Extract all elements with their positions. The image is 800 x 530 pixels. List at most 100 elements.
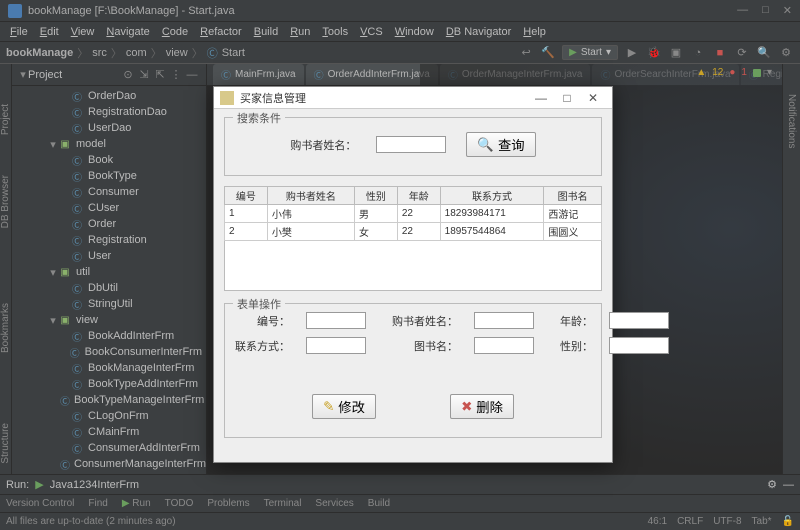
tree-item-model[interactable]: ▾▣model: [12, 136, 206, 152]
tree-item-bookconsumerinterfrm[interactable]: ⒸBookConsumerInterFrm: [12, 344, 206, 360]
coverage-button[interactable]: ▣: [668, 45, 684, 61]
search-icon[interactable]: 🔍: [756, 45, 772, 61]
inspection-indicator[interactable]: ▲12 ●1 ▾: [696, 67, 772, 78]
bookmarks-tool-button[interactable]: Bookmarks: [0, 303, 11, 353]
table-row[interactable]: 2小樊女2218957544864围圆义: [225, 223, 602, 241]
tree-item-booktypeaddinterfrm[interactable]: ⒸBookTypeAddInterFrm: [12, 376, 206, 392]
menu-code[interactable]: Code: [156, 26, 194, 38]
caret-position[interactable]: 46:1: [648, 516, 667, 527]
tree-item-bookaddinterfrm[interactable]: ⒸBookAddInterFrm: [12, 328, 206, 344]
hammer-icon[interactable]: 🔨: [540, 45, 556, 61]
dialog-maximize-button[interactable]: □: [554, 91, 580, 105]
indent-info[interactable]: Tab*: [752, 516, 772, 527]
menu-tools[interactable]: Tools: [316, 26, 354, 38]
collapse-all-icon[interactable]: ⇱: [152, 68, 168, 81]
menu-refactor[interactable]: Refactor: [194, 26, 248, 38]
tree-item-stringutil[interactable]: ⒸStringUtil: [12, 296, 206, 312]
tree-item-clogonfrm[interactable]: ⒸCLogOnFrm: [12, 408, 206, 424]
buyer-table[interactable]: 编号购书者姓名性别年龄联系方式图书名 1小伟男2218293984171西游记2…: [224, 186, 602, 241]
back-button[interactable]: ↩: [518, 45, 534, 61]
column-header[interactable]: 性别: [354, 187, 397, 205]
menu-run[interactable]: Run: [284, 26, 316, 38]
breadcrumb-root[interactable]: bookManage: [6, 47, 73, 59]
run-config-dropdown[interactable]: ▶ Start ▾: [562, 45, 618, 60]
tree-item-consumer[interactable]: ⒸConsumer: [12, 184, 206, 200]
todo-tool[interactable]: TODO: [165, 498, 194, 509]
hide-panel-icon[interactable]: —: [184, 69, 200, 81]
modify-button[interactable]: ✎ 修改: [312, 394, 376, 419]
run-config-name[interactable]: Java1234InterFrm: [50, 479, 139, 491]
find-tool[interactable]: Find: [88, 498, 107, 509]
table-row[interactable]: 1小伟男2218293984171西游记: [225, 205, 602, 223]
tree-item-consumermanageinterfrm[interactable]: ⒸConsumerManageInterFrm: [12, 456, 206, 472]
menu-navigate[interactable]: Navigate: [100, 26, 155, 38]
project-tool-button[interactable]: Project: [0, 104, 11, 135]
services-tool[interactable]: Services: [315, 498, 353, 509]
tree-item-consumeraddinterfrm[interactable]: ⒸConsumerAddInterFrm: [12, 440, 206, 456]
tree-item-cmainfrm[interactable]: ⒸCMainFrm: [12, 424, 206, 440]
chevron-down-icon[interactable]: ▾: [18, 68, 28, 81]
tree-item-booktypemanageinterfrm[interactable]: ⒸBookTypeManageInterFrm: [12, 392, 206, 408]
menu-file[interactable]: File: [4, 26, 34, 38]
dialog-close-button[interactable]: ✕: [580, 91, 606, 105]
column-header[interactable]: 编号: [225, 187, 268, 205]
tree-item-registrationdao[interactable]: ⒸRegistrationDao: [12, 104, 206, 120]
menu-edit[interactable]: Edit: [34, 26, 65, 38]
tree-item-orderdao[interactable]: ⒸOrderDao: [12, 88, 206, 104]
delete-button[interactable]: ✖ 删除: [450, 394, 514, 419]
dialog-minimize-button[interactable]: —: [528, 91, 554, 105]
menu-help[interactable]: Help: [517, 26, 552, 38]
run-settings-icon[interactable]: ⚙: [767, 478, 777, 491]
profile-button[interactable]: ◔: [690, 45, 706, 61]
menu-build[interactable]: Build: [248, 26, 284, 38]
stop-button[interactable]: ■: [712, 45, 728, 61]
menu-window[interactable]: Window: [389, 26, 440, 38]
run-button[interactable]: ▶: [624, 45, 640, 61]
problems-tool[interactable]: Problems: [207, 498, 249, 509]
panel-settings-icon[interactable]: ⋮: [168, 68, 184, 81]
tree-item-util[interactable]: ▾▣util: [12, 264, 206, 280]
sex-input[interactable]: [609, 337, 669, 354]
tree-item-registration[interactable]: ⒸRegistration: [12, 232, 206, 248]
chevron-down-icon[interactable]: ▾: [767, 67, 772, 78]
tree-item-cuser[interactable]: ⒸCUser: [12, 200, 206, 216]
breadcrumb[interactable]: bookManage 〉src 〉com 〉view 〉Ⓒ Start: [6, 45, 245, 61]
tree-item-booktype[interactable]: ⒸBookType: [12, 168, 206, 184]
notifications-tool-button[interactable]: Notifications: [786, 94, 797, 148]
project-tree[interactable]: ⒸOrderDaoⒸRegistrationDaoⒸUserDao▾▣model…: [12, 86, 206, 474]
run-hide-icon[interactable]: —: [783, 479, 794, 491]
dialog-titlebar[interactable]: 买家信息管理 — □ ✕: [214, 87, 612, 109]
menu-vcs[interactable]: VCS: [354, 26, 389, 38]
debug-button[interactable]: 🐞: [646, 45, 662, 61]
tree-item-user[interactable]: ⒸUser: [12, 248, 206, 264]
highlight-level-icon[interactable]: [753, 69, 761, 77]
column-header[interactable]: 年龄: [397, 187, 440, 205]
tree-item-dbutil[interactable]: ⒸDbUtil: [12, 280, 206, 296]
lock-icon[interactable]: 🔓: [782, 516, 794, 527]
tree-item-book[interactable]: ⒸBook: [12, 152, 206, 168]
tree-item-view[interactable]: ▾▣view: [12, 312, 206, 328]
column-header[interactable]: 购书者姓名: [267, 187, 354, 205]
search-button[interactable]: 🔍 查询: [466, 132, 535, 157]
name-input[interactable]: [474, 312, 534, 329]
book-input[interactable]: [474, 337, 534, 354]
minimize-icon[interactable]: —: [737, 4, 748, 17]
gear-icon[interactable]: ⚙: [778, 45, 794, 61]
terminal-tool[interactable]: Terminal: [264, 498, 302, 509]
run-tool[interactable]: ▶ Run: [122, 498, 151, 509]
select-opened-icon[interactable]: ⊙: [120, 68, 136, 81]
line-separator[interactable]: CRLF: [677, 516, 703, 527]
tree-item-userdao[interactable]: ⒸUserDao: [12, 120, 206, 136]
close-icon[interactable]: ✕: [783, 4, 792, 17]
tab-orderaddinterfrm[interactable]: ⒸOrderAddInterFrm.java: [306, 64, 438, 85]
build-tool[interactable]: Build: [368, 498, 390, 509]
vcs-tool[interactable]: Version Control: [6, 498, 74, 509]
tab-ordermanageinterfrm[interactable]: ⒸOrderManageInterFrm.java: [440, 64, 591, 85]
menu-view[interactable]: View: [65, 26, 101, 38]
maximize-icon[interactable]: □: [762, 4, 769, 17]
id-input[interactable]: [306, 312, 366, 329]
file-encoding[interactable]: UTF-8: [713, 516, 741, 527]
tab-mainfrm[interactable]: ⒸMainFrm.java: [213, 64, 304, 85]
tree-item-bookmanageinterfrm[interactable]: ⒸBookManageInterFrm: [12, 360, 206, 376]
expand-all-icon[interactable]: ⇲: [136, 68, 152, 81]
